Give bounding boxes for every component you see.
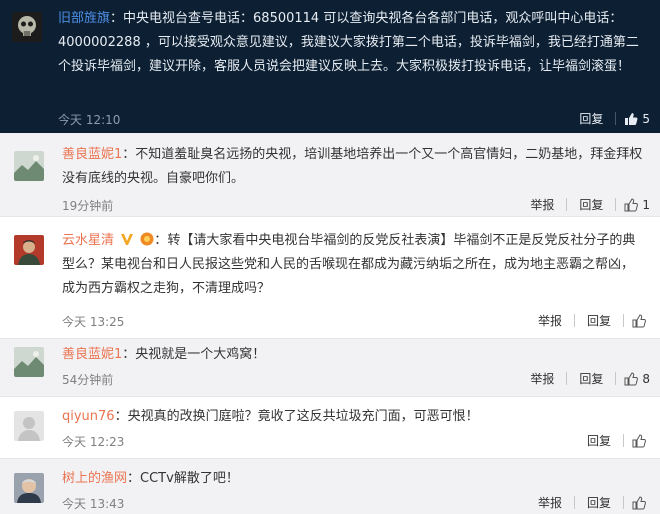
divider: [566, 372, 568, 385]
report-button[interactable]: 举报: [534, 312, 566, 329]
divider: [566, 198, 568, 211]
comment-actions: 举报 回复: [534, 494, 650, 511]
comment-item: 善良蓝妮1：央视就是一个大鸡窝！ 54分钟前 举报 回复 8: [0, 339, 660, 397]
like-button[interactable]: [632, 495, 650, 510]
comment-username[interactable]: 旧部旌旗: [58, 11, 110, 26]
reply-button[interactable]: 回复: [583, 432, 615, 449]
thumbs-up-icon: [624, 371, 639, 385]
comment-time: 今天 12:23: [62, 435, 125, 449]
thumbs-up-icon: [632, 433, 646, 447]
comment-actions: 举报 回复 1: [526, 196, 650, 213]
divider: [615, 372, 617, 385]
comment-username[interactable]: qiyun76: [62, 409, 115, 424]
portrait-avatar-icon[interactable]: [14, 235, 44, 265]
comment-text: 不知道羞耻臭名远扬的央视，培训基地培养出一个又一个高官情妇，二奶基地，拜金拜权没…: [62, 147, 643, 186]
report-button[interactable]: 举报: [534, 494, 566, 511]
like-button[interactable]: 1: [624, 198, 650, 212]
comment-time: 今天 12:10: [58, 113, 121, 127]
skull-avatar-icon[interactable]: [12, 12, 42, 42]
like-count: 8: [642, 371, 650, 386]
comment-item: 树上的渔网：CCTv解散了吧！ 今天 13:43 举报 回复: [0, 459, 660, 514]
like-count: 1: [642, 197, 650, 212]
reply-button[interactable]: 回复: [583, 494, 615, 511]
default-avatar-icon[interactable]: [14, 411, 44, 441]
thumbs-up-icon: [624, 197, 639, 211]
landscape-avatar-icon[interactable]: [14, 151, 44, 181]
comment-text: 中央电视台查号电话：68500114 可以查询央视各台各部门电话，观众呼叫中心电…: [58, 11, 639, 74]
thumbs-up-icon: [625, 112, 638, 125]
comment-actions: 回复 5: [575, 110, 650, 127]
comment-body: 善良蓝妮1：央视就是一个大鸡窝！: [62, 347, 266, 362]
comment-body: 云水星清 ：转【请大家看中央电视台毕福剑的反党反社表演】毕福剑不正是反党反社分子…: [62, 232, 636, 296]
comment-time: 19分钟前: [62, 199, 114, 213]
report-button[interactable]: 举报: [526, 196, 558, 213]
divider: [615, 198, 617, 211]
featured-comment: 旧部旌旗：中央电视台查号电话：68500114 可以查询央视各台各部门电话，观众…: [0, 0, 660, 133]
reply-button[interactable]: 回复: [575, 196, 607, 213]
comment-text: 央视就是一个大鸡窝！: [135, 347, 266, 362]
divider: [573, 496, 575, 509]
comment-body: 旧部旌旗：中央电视台查号电话：68500114 可以查询央视各台各部门电话，观众…: [58, 11, 639, 74]
comment-text: 央视真的改换门庭啦？竟收了这反共垃圾充门面，可恶可恨！: [127, 409, 479, 424]
comment-actions: 回复: [583, 432, 650, 449]
comment-time: 今天 13:25: [62, 315, 125, 329]
comment-username[interactable]: 善良蓝妮1: [62, 347, 122, 362]
comment-item: qiyun76：央视真的改换门庭啦？竟收了这反共垃圾充门面，可恶可恨！ 今天 1…: [0, 397, 660, 459]
verified-v-icon: [121, 234, 134, 245]
comment-actions: 举报 回复: [534, 312, 650, 329]
comment-body: qiyun76：央视真的改换门庭啦？竟收了这反共垃圾充门面，可恶可恨！: [62, 409, 479, 424]
like-button[interactable]: [632, 313, 650, 328]
comment-body: 树上的渔网：CCTv解散了吧！: [62, 471, 239, 486]
reply-button[interactable]: 回复: [575, 110, 607, 127]
comment-item: 善良蓝妮1：不知道羞耻臭名远扬的央视，培训基地培养出一个又一个高官情妇，二奶基地…: [0, 133, 660, 217]
comment-username[interactable]: 树上的渔网: [62, 471, 127, 486]
divider: [623, 314, 624, 327]
vip-badge-icon: [140, 232, 154, 246]
like-button[interactable]: 5: [624, 112, 650, 126]
face-avatar-icon[interactable]: [14, 473, 44, 503]
divider: [573, 314, 575, 327]
comment-username[interactable]: 善良蓝妮1: [62, 147, 122, 162]
comment-actions: 举报 回复 8: [526, 370, 650, 387]
landscape-avatar-icon[interactable]: [14, 347, 44, 377]
reply-button[interactable]: 回复: [583, 312, 615, 329]
divider: [623, 434, 624, 447]
comment-item: 云水星清 ：转【请大家看中央电视台毕福剑的反党反社表演】毕福剑不正是反党反社分子…: [0, 217, 660, 339]
like-button[interactable]: 8: [624, 372, 650, 386]
reply-button[interactable]: 回复: [575, 370, 607, 387]
comment-body: 善良蓝妮1：不知道羞耻臭名远扬的央视，培训基地培养出一个又一个高官情妇，二奶基地…: [62, 147, 643, 186]
divider: [623, 496, 624, 509]
divider: [615, 112, 617, 125]
comment-time: 54分钟前: [62, 373, 114, 387]
like-button[interactable]: [632, 433, 650, 448]
comment-username[interactable]: 云水星清: [62, 233, 114, 248]
report-button[interactable]: 举报: [526, 370, 558, 387]
like-count: 5: [642, 111, 650, 126]
comment-text: CCTv解散了吧！: [140, 471, 239, 486]
thumbs-up-icon: [632, 495, 646, 509]
thumbs-up-icon: [632, 313, 646, 327]
comment-time: 今天 13:43: [62, 497, 125, 511]
